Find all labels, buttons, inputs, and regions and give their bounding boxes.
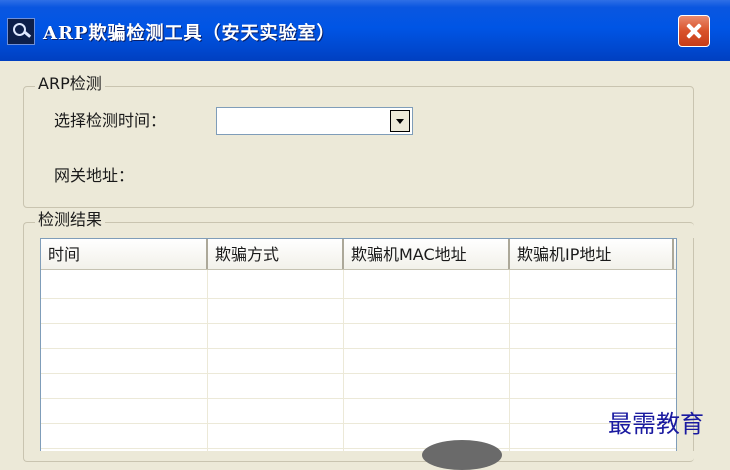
grid-line xyxy=(41,348,676,349)
column-header-spoof-method[interactable]: 欺骗方式 xyxy=(208,239,344,269)
column-header-spoofer-ip[interactable]: 欺骗机IP地址 xyxy=(510,239,674,269)
detection-results-group-label: 检测结果 xyxy=(35,210,106,230)
grid-line xyxy=(41,448,676,449)
grid-line xyxy=(41,398,676,399)
arp-detection-group xyxy=(23,86,694,208)
grid-line xyxy=(41,373,676,374)
gateway-address-label: 网关地址： xyxy=(54,166,135,185)
watermark-text: 最需教育 xyxy=(608,410,704,438)
column-header-time[interactable]: 时间 xyxy=(41,239,208,269)
title-bar[interactable]: ARP欺骗检测工具（安天实验室） xyxy=(0,0,730,61)
column-header-spoofer-mac[interactable]: 欺骗机MAC地址 xyxy=(344,239,510,269)
magnifier-icon xyxy=(7,18,35,45)
close-button[interactable] xyxy=(678,15,710,47)
detection-time-select[interactable] xyxy=(216,107,413,135)
dropdown-arrow-button[interactable] xyxy=(390,110,410,132)
results-list[interactable]: 时间 欺骗方式 欺骗机MAC地址 欺骗机IP地址 xyxy=(40,238,677,451)
grid-line xyxy=(41,423,676,424)
grid-line xyxy=(41,323,676,324)
select-time-label: 选择检测时间： xyxy=(54,111,167,130)
results-list-header: 时间 欺骗方式 欺骗机MAC地址 欺骗机IP地址 xyxy=(41,239,676,270)
cursor-artifact xyxy=(422,440,502,470)
arp-detection-group-label: ARP检测 xyxy=(35,74,105,94)
grid-line xyxy=(41,298,676,299)
window-title: ARP欺骗检测工具（安天实验室） xyxy=(43,23,336,44)
